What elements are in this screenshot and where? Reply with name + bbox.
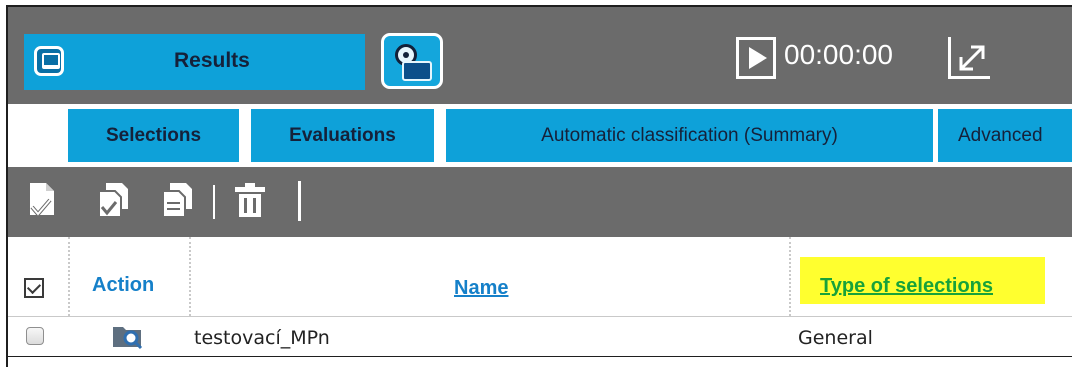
selections-table: Action Name Type of selections testovací… xyxy=(8,237,1072,367)
toolbar xyxy=(8,167,1072,237)
column-header-action: Action xyxy=(92,274,155,296)
search-folder-icon[interactable] xyxy=(111,323,145,351)
viewer-button[interactable] xyxy=(381,33,443,89)
tab-bar: Selections Evaluations Automatic classif… xyxy=(8,104,1072,174)
duplicate-selection-icon[interactable] xyxy=(160,181,194,221)
play-button[interactable] xyxy=(736,37,776,79)
column-header-name[interactable]: Name xyxy=(454,277,508,300)
row-checkbox[interactable] xyxy=(26,327,44,345)
tab-automatic-classification[interactable]: Automatic classification (Summary) xyxy=(446,109,933,162)
results-icon xyxy=(34,46,64,76)
cell-selection-name: testovací_MPn xyxy=(194,327,330,349)
tab-evaluations[interactable]: Evaluations xyxy=(251,109,434,162)
playback-timer: 00:00:00 xyxy=(784,39,893,70)
expand-icon xyxy=(959,45,985,71)
fullscreen-button[interactable] xyxy=(948,37,990,79)
results-button[interactable]: Results xyxy=(24,34,365,90)
toolbar-separator xyxy=(213,185,215,219)
app-window: Results 00:00:00 Selections Evaluations … xyxy=(6,5,1072,367)
toolbar-separator xyxy=(298,181,301,221)
tab-advanced[interactable]: Advanced xyxy=(938,109,1072,162)
new-selection-icon[interactable] xyxy=(26,181,60,221)
camera-body-icon xyxy=(402,61,432,81)
top-bar: Results 00:00:00 xyxy=(8,7,1072,104)
delete-icon[interactable] xyxy=(233,181,267,221)
results-label: Results xyxy=(174,49,250,72)
column-divider xyxy=(789,237,791,316)
copy-selection-icon[interactable] xyxy=(96,181,130,221)
cell-selection-type: General xyxy=(798,327,873,349)
column-header-type[interactable]: Type of selections xyxy=(820,275,993,298)
column-divider xyxy=(68,237,70,316)
select-all-checkbox[interactable] xyxy=(24,278,44,298)
column-divider xyxy=(189,237,191,316)
tab-selections[interactable]: Selections xyxy=(68,109,239,162)
table-row[interactable]: testovací_MPn General xyxy=(8,317,1072,357)
table-header: Action Name Type of selections xyxy=(8,237,1072,317)
